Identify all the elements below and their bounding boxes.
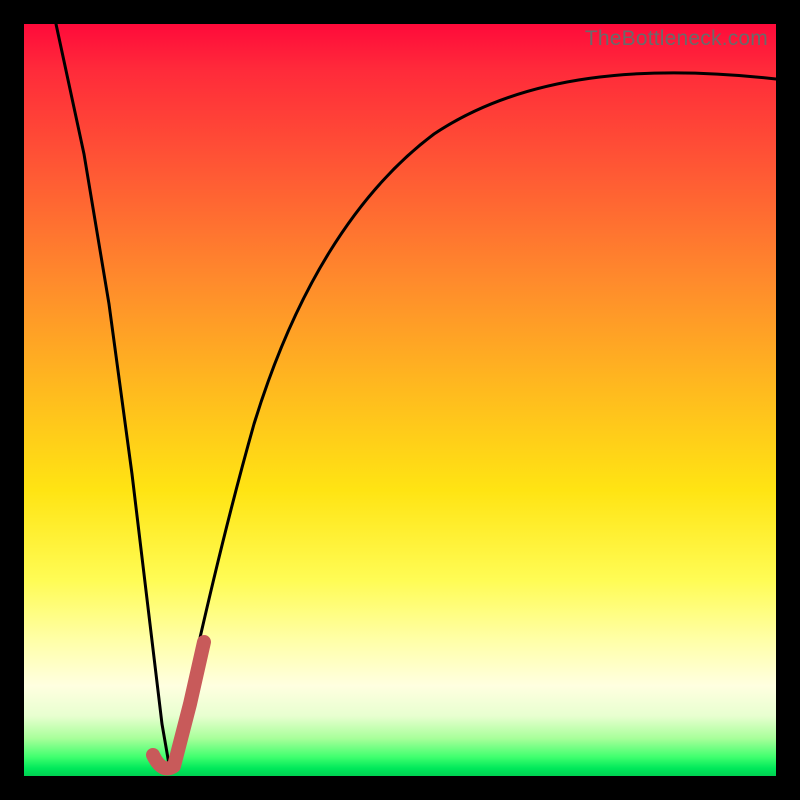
curve-layer: [24, 24, 776, 776]
right-branch-line: [170, 73, 776, 770]
chart-frame: TheBottleneck.com: [0, 0, 800, 800]
plot-area: TheBottleneck.com: [24, 24, 776, 776]
left-branch-line: [56, 24, 170, 770]
